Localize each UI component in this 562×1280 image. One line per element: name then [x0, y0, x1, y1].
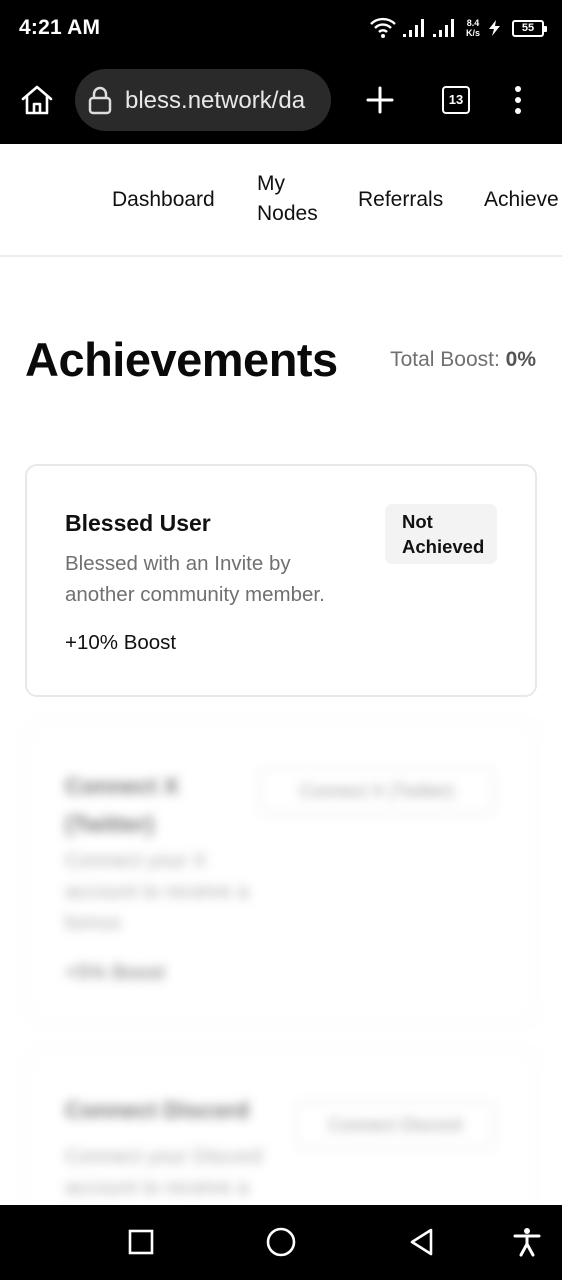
url-text[interactable]: bless.network/da — [125, 87, 305, 115]
tabs-icon[interactable]: 13 — [442, 86, 470, 114]
home-circle-icon[interactable] — [265, 1226, 297, 1258]
recents-icon[interactable] — [126, 1227, 156, 1257]
accessibility-icon[interactable] — [512, 1227, 542, 1257]
achievement-title: Blessed User — [65, 510, 211, 536]
menu-icon[interactable] — [512, 86, 524, 114]
plus-icon[interactable] — [366, 86, 394, 114]
status-badge: Not Achieved — [385, 504, 497, 564]
signal-icon — [432, 19, 454, 37]
achievement-boost: +5% Boost — [65, 961, 165, 984]
nav-achievements[interactable]: Achieve — [484, 185, 559, 215]
battery-icon: 55 — [512, 19, 547, 37]
wifi-icon — [370, 17, 396, 38]
nav-dashboard[interactable]: Dashboard — [112, 185, 215, 215]
nav-referrals[interactable]: Referrals — [358, 185, 443, 215]
status-time: 4:21 AM — [19, 16, 101, 39]
charging-icon — [489, 20, 500, 36]
total-boost: Total Boost: 0% — [390, 348, 536, 372]
achievement-card: Blessed User Blessed with an Invite by a… — [25, 464, 537, 697]
connect-x-button[interactable]: Connect X (Twitter) — [259, 767, 495, 815]
achievement-description: Connect your Discord account to receive … — [65, 1145, 263, 1199]
status-icons: 8.4 K/s 55 — [370, 14, 547, 42]
achievement-description: Blessed with an Invite by another commun… — [65, 552, 325, 606]
network-speed-value: 8.4 — [466, 18, 480, 28]
signal-icon — [402, 19, 424, 37]
address-bar[interactable]: bless.network/da — [75, 69, 331, 131]
achievement-card: Connect X (Twitter) Connect your X accou… — [25, 721, 537, 1023]
total-boost-label: Total Boost: — [390, 348, 500, 371]
home-icon[interactable] — [20, 83, 54, 117]
total-boost-value: 0% — [505, 348, 536, 371]
achievement-description: Connect your X account to receive a bonu… — [65, 849, 249, 934]
site-nav: Dashboard My Nodes Referrals Achieve — [0, 144, 562, 257]
status-bar: 4:21 AM 8.4 K/s 55 — [0, 0, 562, 56]
lock-icon[interactable] — [87, 85, 113, 115]
back-icon[interactable] — [407, 1227, 437, 1257]
network-speed: 8.4 K/s — [466, 18, 480, 38]
system-nav-bar — [0, 1205, 562, 1280]
web-content: Dashboard My Nodes Referrals Achieve Ach… — [0, 144, 562, 1205]
connect-discord-button[interactable]: Connect Discord — [295, 1101, 495, 1149]
browser-toolbar: bless.network/da 13 — [0, 56, 562, 144]
achievement-card: Connect Discord Connect your Discord acc… — [25, 1049, 537, 1205]
page-title: Achievements — [25, 333, 338, 386]
achievement-title: Connect Discord — [65, 1097, 250, 1123]
nav-my-nodes[interactable]: My Nodes — [257, 169, 337, 229]
network-speed-unit: K/s — [465, 28, 480, 38]
achievement-boost: +10% Boost — [65, 631, 177, 654]
achievement-title: Connect X (Twitter) — [65, 773, 179, 837]
